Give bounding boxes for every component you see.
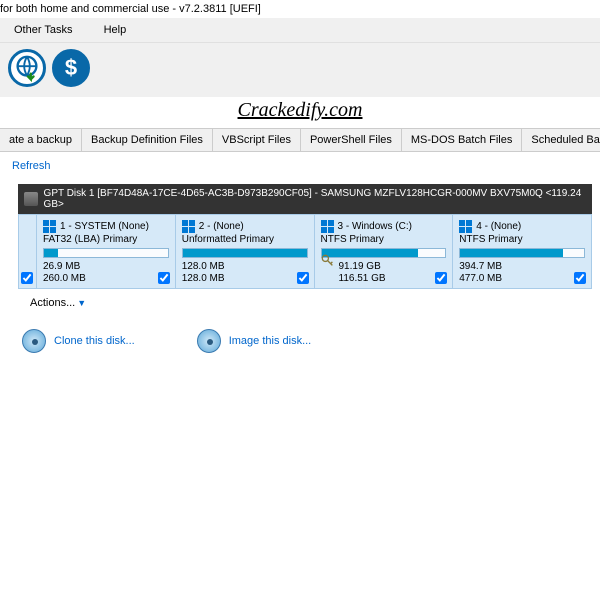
partition-checkbox[interactable] <box>574 272 586 284</box>
tab-powershell[interactable]: PowerShell Files <box>301 129 402 151</box>
partition-title: 2 - (None) <box>199 221 244 232</box>
tab-backup-definition[interactable]: Backup Definition Files <box>82 129 213 151</box>
partition-type: FAT32 (LBA) Primary <box>43 234 169 245</box>
partition-title: 3 - Windows (C:) <box>338 221 412 232</box>
toolbar: $ <box>0 43 600 97</box>
partition-type: NTFS Primary <box>459 234 585 245</box>
refresh-link[interactable]: Refresh <box>0 152 600 180</box>
image-disk-link[interactable]: Image this disk... <box>195 327 312 355</box>
partition-sizes: 128.0 MB128.0 MB <box>182 261 308 285</box>
usage-bar <box>182 248 308 258</box>
watermark-text: Crackedify.com <box>0 97 600 128</box>
tab-msdos-batch[interactable]: MS-DOS Batch Files <box>402 129 522 151</box>
tab-bar: ate a backup Backup Definition Files VBS… <box>0 128 600 152</box>
usage-bar <box>459 248 585 258</box>
usage-bar <box>321 248 447 258</box>
key-icon <box>321 254 335 268</box>
partition-sizes: 91.19 GB116.51 GB <box>321 261 447 285</box>
disk-header-text: GPT Disk 1 [BF74D48A-17CE-4D65-AC3B-D973… <box>44 188 586 210</box>
disk-header[interactable]: GPT Disk 1 [BF74D48A-17CE-4D65-AC3B-D973… <box>18 184 592 214</box>
menu-other-tasks[interactable]: Other Tasks <box>0 20 87 40</box>
partition-type: Unformatted Primary <box>182 234 308 245</box>
globe-download-icon[interactable] <box>8 49 46 87</box>
partition-title: 1 - SYSTEM (None) <box>60 221 149 232</box>
windows-icon <box>43 220 56 233</box>
partition-checkbox[interactable] <box>297 272 309 284</box>
partition-checkbox[interactable] <box>158 272 170 284</box>
window-title: for both home and commercial use - v7.2.… <box>0 0 600 18</box>
partition-2[interactable]: 2 - (None) Unformatted Primary 128.0 MB1… <box>176 215 315 288</box>
tab-create-backup[interactable]: ate a backup <box>0 129 82 151</box>
partition-3[interactable]: 3 - Windows (C:) NTFS Primary 91.19 GB11… <box>315 215 454 288</box>
windows-icon <box>321 220 334 233</box>
tab-vbscript[interactable]: VBScript Files <box>213 129 301 151</box>
partition-sizes: 26.9 MB260.0 MB <box>43 261 169 285</box>
partition-checkbox[interactable] <box>435 272 447 284</box>
hdd-icon <box>24 192 38 206</box>
disk-section: GPT Disk 1 [BF74D48A-17CE-4D65-AC3B-D973… <box>18 184 592 289</box>
partition-1[interactable]: 1 - SYSTEM (None) FAT32 (LBA) Primary 26… <box>37 215 176 288</box>
windows-icon <box>182 220 195 233</box>
chevron-down-icon: ▼ <box>77 298 86 308</box>
actions-dropdown[interactable]: Actions...▼ <box>0 289 600 313</box>
partition-row: 1 - SYSTEM (None) FAT32 (LBA) Primary 26… <box>18 214 592 289</box>
disk-checkbox[interactable] <box>21 272 33 284</box>
tab-scheduled-backups[interactable]: Scheduled Backups <box>522 129 600 151</box>
windows-icon <box>459 220 472 233</box>
partition-sizes: 394.7 MB477.0 MB <box>459 261 585 285</box>
disk-operations: Clone this disk... Image this disk... <box>0 313 600 359</box>
dollar-icon[interactable]: $ <box>52 49 90 87</box>
clone-disk-link[interactable]: Clone this disk... <box>20 327 135 355</box>
partition-title: 4 - (None) <box>476 221 521 232</box>
image-disk-icon <box>195 327 223 355</box>
menu-help[interactable]: Help <box>90 20 141 40</box>
usage-bar <box>43 248 169 258</box>
menubar: Other Tasks Help <box>0 18 600 43</box>
clone-disk-icon <box>20 327 48 355</box>
partition-4[interactable]: 4 - (None) NTFS Primary 394.7 MB477.0 MB <box>453 215 591 288</box>
partition-type: NTFS Primary <box>321 234 447 245</box>
disk-checkbox-gutter <box>19 215 37 288</box>
